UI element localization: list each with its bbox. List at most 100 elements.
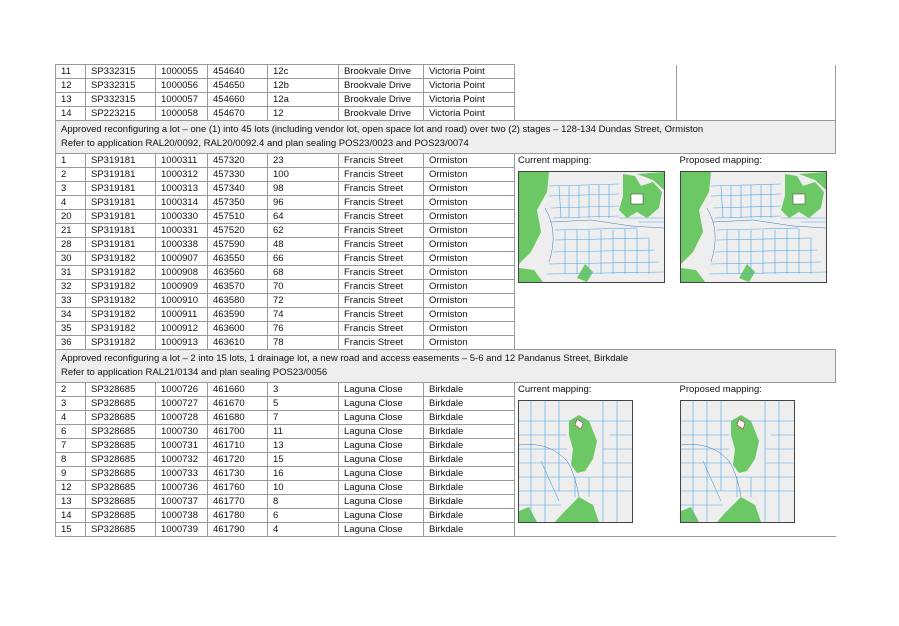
plan-cell: SP319182 bbox=[85, 307, 156, 322]
suburb-cell: Victoria Point bbox=[423, 106, 515, 121]
lot-cell: 1 bbox=[55, 153, 86, 168]
lot-cell: 13 bbox=[55, 494, 86, 509]
house-number-cell: 15 bbox=[267, 452, 339, 467]
plan-cell: SP328685 bbox=[85, 494, 156, 509]
house-number-cell: 66 bbox=[267, 251, 339, 266]
assessment-cell: 461710 bbox=[207, 438, 268, 453]
suburb-cell: Ormiston bbox=[423, 335, 515, 350]
property-id-cell: 1000058 bbox=[155, 106, 208, 121]
lot-cell: 14 bbox=[55, 508, 86, 523]
lot-cell: 34 bbox=[55, 307, 86, 322]
plan-cell: SP319182 bbox=[85, 293, 156, 308]
assessment-cell: 463590 bbox=[207, 307, 268, 322]
plan-cell: SP319181 bbox=[85, 223, 156, 238]
plan-cell: SP328685 bbox=[85, 522, 156, 537]
suburb-cell: Birkdale bbox=[423, 494, 515, 509]
plan-cell: SP319181 bbox=[85, 181, 156, 196]
plan-cell: SP328685 bbox=[85, 452, 156, 467]
suburb-cell: Birkdale bbox=[423, 438, 515, 453]
street-cell: Laguna Close bbox=[338, 410, 424, 425]
current-mapping-image bbox=[518, 400, 633, 523]
street-cell: Francis Street bbox=[338, 181, 424, 196]
house-number-cell: 48 bbox=[267, 237, 339, 252]
house-number-cell: 13 bbox=[267, 438, 339, 453]
property-id-cell: 1000330 bbox=[155, 209, 208, 224]
street-cell: Brookvale Drive bbox=[338, 92, 424, 107]
plan-cell: SP319181 bbox=[85, 209, 156, 224]
suburb-cell: Birkdale bbox=[423, 424, 515, 439]
header-line-1: Approved reconfiguring a lot – one (1) i… bbox=[61, 124, 704, 135]
suburb-cell: Ormiston bbox=[423, 279, 515, 294]
section-birkdale-header: Approved reconfiguring a lot – 2 into 15… bbox=[55, 349, 836, 383]
street-cell: Laguna Close bbox=[338, 438, 424, 453]
table-row: 14 SP223215 1000058 454670 12 Brookvale Drive… bbox=[55, 106, 836, 121]
plan-cell: SP328685 bbox=[85, 438, 156, 453]
assessment-cell: 461700 bbox=[207, 424, 268, 439]
property-id-cell: 1000738 bbox=[155, 508, 208, 523]
plan-cell: SP319182 bbox=[85, 265, 156, 280]
table-row: 2 SP328685 1000726 461660 3 Laguna Close Birkd… bbox=[55, 382, 836, 537]
assessment-cell: 457590 bbox=[207, 237, 268, 252]
assessment-cell: 461780 bbox=[207, 508, 268, 523]
property-id-cell: 1000913 bbox=[155, 335, 208, 350]
street-cell: Francis Street bbox=[338, 209, 424, 224]
assessment-cell: 457350 bbox=[207, 195, 268, 210]
assessment-cell: 463570 bbox=[207, 279, 268, 294]
street-cell: Francis Street bbox=[338, 307, 424, 322]
lot-cell: 36 bbox=[55, 335, 86, 350]
plan-cell: SP319182 bbox=[85, 279, 156, 294]
suburb-cell: Ormiston bbox=[423, 321, 515, 336]
street-cell: Francis Street bbox=[338, 167, 424, 182]
lot-cell: 30 bbox=[55, 251, 86, 266]
lot-cell: 4 bbox=[55, 195, 86, 210]
assessment-cell: 457340 bbox=[207, 181, 268, 196]
assessment-cell: 457330 bbox=[207, 167, 268, 182]
plan-cell: SP332315 bbox=[85, 92, 156, 107]
plan-cell: SP328685 bbox=[85, 480, 156, 495]
property-id-cell: 1000908 bbox=[155, 265, 208, 280]
lot-cell: 8 bbox=[55, 452, 86, 467]
lot-cell: 2 bbox=[55, 382, 86, 397]
suburb-cell: Ormiston bbox=[423, 153, 515, 168]
property-id-cell: 1000730 bbox=[155, 424, 208, 439]
assessment-cell: 454640 bbox=[207, 64, 268, 79]
house-number-cell: 64 bbox=[267, 209, 339, 224]
house-number-cell: 96 bbox=[267, 195, 339, 210]
suburb-cell: Ormiston bbox=[423, 209, 515, 224]
street-cell: Laguna Close bbox=[338, 508, 424, 523]
suburb-cell: Ormiston bbox=[423, 307, 515, 322]
property-id-cell: 1000911 bbox=[155, 307, 208, 322]
house-number-cell: 70 bbox=[267, 279, 339, 294]
assessment-cell: 454660 bbox=[207, 92, 268, 107]
street-cell: Laguna Close bbox=[338, 452, 424, 467]
current-mapping-label: Current mapping: bbox=[518, 155, 592, 166]
house-number-cell: 12a bbox=[267, 92, 339, 107]
plan-cell: SP328685 bbox=[85, 424, 156, 439]
property-id-cell: 1000311 bbox=[155, 153, 208, 168]
suburb-cell: Ormiston bbox=[423, 237, 515, 252]
lot-cell: 15 bbox=[55, 522, 86, 537]
proposed-mapping-image bbox=[679, 400, 795, 523]
plan-cell: SP328685 bbox=[85, 508, 156, 523]
house-number-cell: 98 bbox=[267, 181, 339, 196]
assessment-cell: 461770 bbox=[207, 494, 268, 509]
plan-cell: SP319181 bbox=[85, 195, 156, 210]
assessment-cell: 457320 bbox=[207, 153, 268, 168]
house-number-cell: 72 bbox=[267, 293, 339, 308]
property-id-cell: 1000313 bbox=[155, 181, 208, 196]
suburb-cell: Victoria Point bbox=[423, 78, 515, 93]
assessment-cell: 463610 bbox=[207, 335, 268, 350]
lot-cell: 35 bbox=[55, 321, 86, 336]
street-cell: Francis Street bbox=[338, 335, 424, 350]
header-line-2: Refer to application RAL21/0134 and plan… bbox=[61, 367, 328, 378]
assessment-cell: 454670 bbox=[207, 106, 268, 121]
assessment-cell: 461760 bbox=[207, 480, 268, 495]
lot-cell: 21 bbox=[55, 223, 86, 238]
suburb-cell: Ormiston bbox=[423, 265, 515, 280]
street-cell: Francis Street bbox=[338, 251, 424, 266]
suburb-cell: Birkdale bbox=[423, 410, 515, 425]
section-top-body: 11 SP332315 1000055 454640 12c Brookvale Driv… bbox=[55, 64, 836, 121]
property-id-cell: 1000314 bbox=[155, 195, 208, 210]
lot-cell: 3 bbox=[55, 396, 86, 411]
empty-cell bbox=[676, 92, 836, 107]
